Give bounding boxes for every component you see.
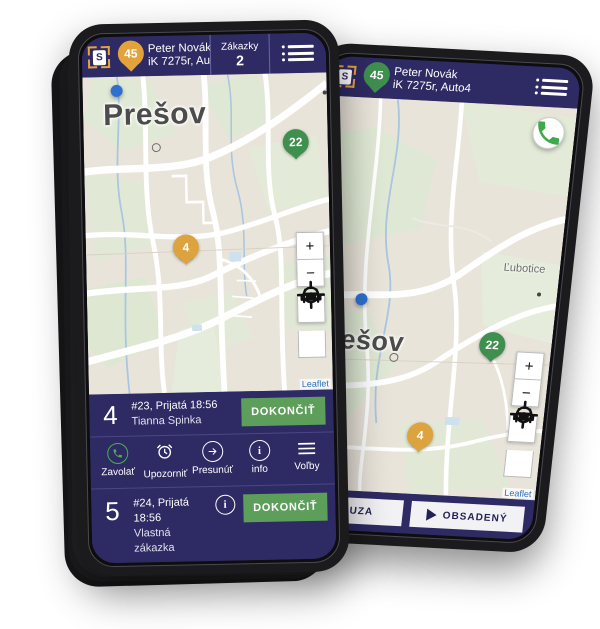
job-2-complete-button[interactable]: DOKONČIŤ <box>242 492 328 523</box>
orders-counter[interactable]: Zákazky 2 <box>209 33 271 75</box>
phone-icon <box>538 121 560 145</box>
front-app-header: S 45 Peter Novák iK 7275r, Au Zákazky 2 <box>81 32 327 78</box>
front-city-label: Prešov <box>102 97 207 133</box>
job-1-complete-button[interactable]: DOKONČIŤ <box>240 396 326 427</box>
front-map[interactable]: Prešov 22 4 + − Leaflet <box>82 72 333 395</box>
front-leaflet-attribution[interactable]: Leaflet <box>299 378 331 390</box>
front-driver-info[interactable]: 45 Peter Novák iK 7275r, Au <box>116 35 211 77</box>
phone-icon <box>107 442 129 465</box>
front-map-pin-4[interactable]: 4 <box>172 234 200 268</box>
action-move-label: Presunúť <box>192 464 234 477</box>
list-icon <box>297 439 316 458</box>
job-2-line1: #24, Prijatá 18:56 <box>133 496 190 525</box>
front-phone-bezel: S 45 Peter Novák iK 7275r, Au Zákazky 2 … <box>77 28 341 568</box>
front-driver-sub: iK 7275r, Au <box>147 54 211 69</box>
alarm-clock-icon <box>155 442 174 466</box>
call-button[interactable] <box>530 116 567 150</box>
front-phone-mockup: S 45 Peter Novák iK 7275r, Au Zákazky 2 … <box>68 19 350 577</box>
scan-logo[interactable]: S <box>82 37 117 78</box>
job-row-2[interactable]: 5 #24, Prijatá 18:56 Vlastná zákazka i D… <box>91 484 336 563</box>
logo-letter: S <box>337 69 353 85</box>
busy-button-label: OBSADENÝ <box>442 509 509 525</box>
back-place-label: Ľubotice <box>503 261 546 276</box>
orders-label: Zákazky <box>220 40 259 53</box>
action-remind[interactable]: Upozorniť <box>141 441 189 480</box>
vehicle-badge-pin: 45 <box>362 61 392 94</box>
vehicle-badge-pin: 45 <box>117 40 145 73</box>
busy-button[interactable]: OBSADENÝ <box>409 500 526 533</box>
back-map-pin-22[interactable]: 22 <box>477 331 507 365</box>
job-2-line2: Vlastná zákazka <box>133 526 175 555</box>
back-leaflet-attribution[interactable]: Leaflet <box>501 487 534 500</box>
action-move[interactable]: Presunúť <box>188 440 236 476</box>
job-1-number: 4 <box>102 399 118 431</box>
info-icon: i <box>248 439 271 462</box>
front-map-controls[interactable]: + − <box>295 231 327 359</box>
front-driver-name: Peter Novák <box>147 41 212 55</box>
back-map-pin-4[interactable]: 4 <box>405 421 435 456</box>
arrow-right-icon <box>201 440 223 463</box>
front-phone-screen: S 45 Peter Novák iK 7275r, Au Zákazky 2 … <box>81 32 337 564</box>
action-options-label: Voľby <box>294 460 320 473</box>
front-map-dot <box>322 90 327 95</box>
action-remind-label: Upozorniť <box>143 468 188 481</box>
front-map-pin-22[interactable]: 22 <box>282 128 310 163</box>
screenshot-stage: S 45 Peter Novák iK 7275r, Auto4 Prešov … <box>0 0 600 629</box>
crosshair-icon <box>296 280 326 309</box>
job-2-info-button[interactable]: i <box>214 494 236 515</box>
back-driver-sub: iK 7275r, Auto4 <box>392 78 472 95</box>
action-call[interactable]: Zavolať <box>94 442 142 478</box>
job-row-1[interactable]: 4 #23, Prijatá 18:56 Tianna Spinka DOKON… <box>89 389 334 436</box>
job-actions-bar: Zavolať Upozorniť Presunúť i info Voľby <box>89 431 335 490</box>
job-1-line2: Tianna Spinka <box>131 414 202 428</box>
action-call-label: Zavolať <box>101 466 136 479</box>
jobs-panel: 4 #23, Prijatá 18:56 Tianna Spinka DOKON… <box>88 389 337 564</box>
job-2-number: 5 <box>104 495 120 527</box>
hamburger-menu-icon[interactable] <box>269 33 326 74</box>
back-locate-button[interactable] <box>503 400 539 479</box>
action-info[interactable]: i info <box>236 439 284 475</box>
action-info-label: info <box>251 463 268 476</box>
front-locate-button[interactable] <box>296 280 327 359</box>
action-options[interactable]: Voľby <box>283 438 331 472</box>
hamburger-menu-icon[interactable] <box>521 66 581 109</box>
play-icon <box>426 508 438 522</box>
orders-count: 2 <box>235 51 245 68</box>
logo-letter: S <box>92 50 107 66</box>
